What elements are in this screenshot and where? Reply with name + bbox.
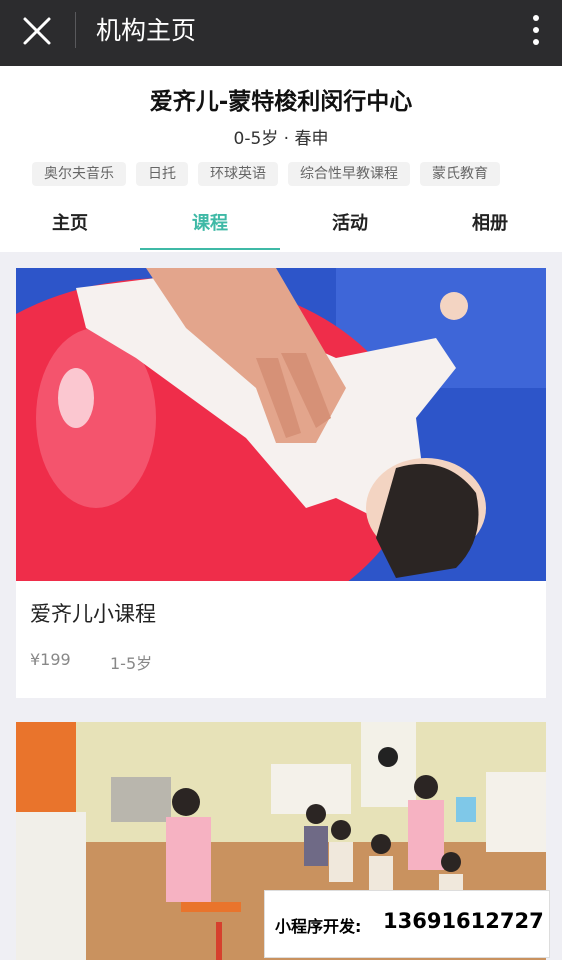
promo-label: 小程序开发:	[275, 917, 362, 936]
promo-overlay: 小程序开发: 13691612727	[264, 890, 550, 958]
tab-home[interactable]: 主页	[0, 206, 140, 252]
org-name: 爱齐儿-蒙特梭利闵行中心	[149, 89, 413, 115]
org-meta: 0-5岁 · 春申	[233, 129, 329, 149]
topbar-divider	[75, 12, 76, 48]
close-icon[interactable]	[22, 12, 54, 50]
org-header: 爱齐儿-蒙特梭利闵行中心 0-5岁 · 春申 奥尔夫音乐 日托 环球英语 综合性…	[0, 66, 562, 252]
tag[interactable]: 奥尔夫音乐	[32, 162, 126, 186]
tag[interactable]: 环球英语	[198, 162, 278, 186]
tag[interactable]: 蒙氏教育	[420, 162, 500, 186]
tab-bar: 主页 课程 活动 相册	[0, 206, 562, 252]
course-price: ¥199	[30, 650, 71, 669]
course-age-range: 1-5岁	[110, 654, 153, 673]
tag[interactable]: 日托	[136, 162, 188, 186]
course-image-baby-on-ball	[16, 268, 546, 581]
top-bar: 机构主页	[0, 0, 562, 66]
tag-list: 奥尔夫音乐 日托 环球英语 综合性早教课程 蒙氏教育	[32, 162, 500, 186]
page-title: 机构主页	[96, 16, 197, 45]
tag[interactable]: 综合性早教课程	[288, 162, 410, 186]
more-vertical-icon[interactable]	[532, 14, 540, 46]
course-card[interactable]: 爱齐儿小课程 ¥199 1-5岁	[16, 268, 546, 698]
course-title: 爱齐儿小课程	[30, 602, 156, 626]
tab-courses[interactable]: 课程	[140, 206, 280, 252]
promo-phone: 13691612727	[383, 909, 544, 933]
tab-activities[interactable]: 活动	[280, 206, 420, 252]
tab-album[interactable]: 相册	[420, 206, 560, 252]
